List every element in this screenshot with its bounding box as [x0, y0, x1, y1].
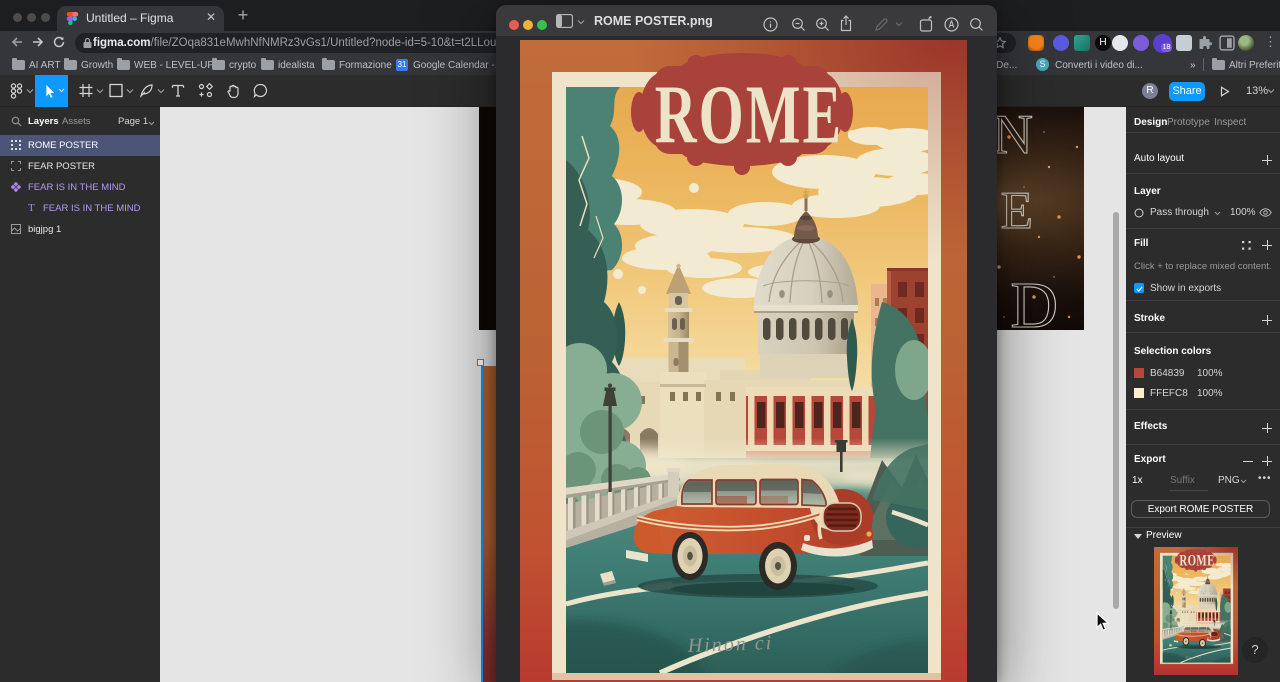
svg-text:N: N [993, 107, 1033, 166]
svg-text:D: D [1010, 269, 1058, 330]
svg-text:E: E [1001, 182, 1033, 240]
